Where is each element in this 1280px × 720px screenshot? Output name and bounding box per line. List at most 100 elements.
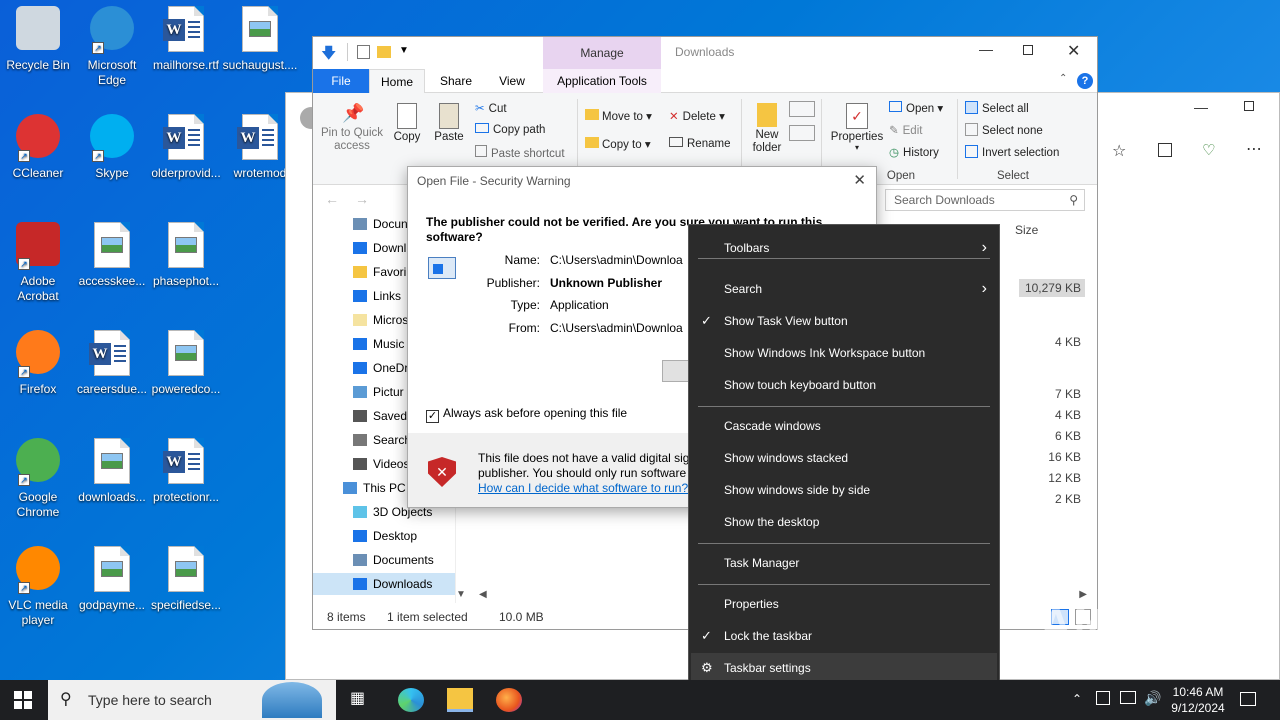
minimize-button[interactable]: —	[979, 41, 993, 57]
desktop-icon[interactable]: godpayme...	[74, 546, 150, 613]
properties-quick-icon[interactable]	[357, 45, 370, 59]
browser-essentials-icon[interactable]: ♡	[1202, 141, 1215, 159]
context-menu-item[interactable]: Show touch keyboard button	[691, 370, 997, 400]
desktop-icon[interactable]: phasephot...	[148, 222, 224, 289]
nav-item[interactable]: Music	[353, 333, 404, 355]
desktop-icon[interactable]: Recycle Bin	[0, 6, 76, 73]
maximize-button[interactable]	[1244, 101, 1254, 111]
desktop-icon[interactable]: ↗ Firefox	[0, 330, 76, 397]
pin-to-quick-access-button[interactable]: 📌 Pin to Quick access	[319, 103, 385, 153]
copy-button[interactable]: Copy	[391, 103, 423, 143]
nav-item[interactable]: Documents	[353, 549, 434, 571]
tab-view[interactable]: View	[487, 69, 537, 93]
start-button[interactable]	[14, 691, 32, 709]
select-none-button[interactable]: Select none	[965, 123, 1043, 137]
minimize-button[interactable]: —	[1194, 99, 1208, 115]
context-menu-item[interactable]: Show Windows Ink Workspace button	[691, 338, 997, 368]
nav-item[interactable]: Favori	[353, 261, 406, 283]
desktop-icon[interactable]: ↗ VLC media player	[0, 546, 76, 628]
desktop-icon[interactable]: specifiedse...	[148, 546, 224, 613]
context-menu-item[interactable]: Task Manager	[691, 548, 997, 578]
context-menu-item[interactable]: Properties	[691, 589, 997, 619]
nav-item[interactable]: Docun	[353, 213, 408, 235]
notifications-icon[interactable]	[1240, 692, 1256, 706]
context-menu-item[interactable]: Show windows side by side	[691, 475, 997, 505]
new-folder-quick-icon[interactable]	[377, 46, 391, 58]
context-menu-item[interactable]: Show windows stacked	[691, 443, 997, 473]
properties-button[interactable]: ✓ Properties ▾	[829, 103, 885, 152]
firefox-taskbar-icon[interactable]	[496, 688, 522, 712]
search-box[interactable]: Search Downloads ⚲	[885, 189, 1085, 211]
context-menu-item[interactable]: ⚙ Taskbar settings	[691, 653, 997, 683]
nav-item[interactable]: Videos	[353, 453, 409, 475]
delete-button[interactable]: ✕ Delete ▾	[669, 109, 725, 123]
desktop-icon[interactable]: ↗ Google Chrome	[0, 438, 76, 520]
new-item-icon[interactable]	[789, 101, 815, 117]
copy-path-button[interactable]: Copy path	[475, 123, 545, 136]
desktop-icon[interactable]: Wmailhorse.rtf	[148, 6, 224, 73]
desktop-icon[interactable]: Wolderprovid...	[148, 114, 224, 181]
paste-button[interactable]: Paste	[431, 103, 467, 143]
context-menu-item[interactable]: Search ›	[691, 274, 997, 304]
desktop-icon[interactable]: ↗ CCleaner	[0, 114, 76, 181]
tab-share[interactable]: Share	[431, 69, 481, 93]
collapse-ribbon-icon[interactable]: ⌃	[1059, 73, 1067, 84]
history-button[interactable]: ◷ History	[889, 145, 939, 159]
edge-taskbar-icon[interactable]	[398, 688, 424, 712]
context-menu-item[interactable]: Cascade windows	[691, 411, 997, 441]
more-options-icon[interactable]: ⋯	[1246, 139, 1263, 159]
desktop-icon[interactable]: ↗ Microsoft Edge	[74, 6, 150, 88]
desktop-icon[interactable]: downloads...	[74, 438, 150, 505]
forward-arrow-icon[interactable]: →	[355, 191, 369, 207]
always-ask-checkbox[interactable]: ✓ Always ask before opening this file	[426, 406, 627, 423]
paste-shortcut-button[interactable]: Paste shortcut	[475, 145, 565, 160]
nav-item[interactable]: Downloads	[313, 573, 455, 595]
file-explorer-taskbar-icon[interactable]	[447, 688, 473, 712]
copy-to-button[interactable]: Copy to ▾	[585, 137, 651, 151]
nav-item[interactable]: Saved	[353, 405, 407, 427]
nav-item[interactable]: OneDr	[353, 357, 408, 379]
nav-item[interactable]: Downl	[353, 237, 406, 259]
context-menu-item[interactable]: ✓ Show Task View button	[691, 306, 997, 336]
dialog-close-button[interactable]: ✕	[853, 171, 866, 189]
nav-item[interactable]: Search	[353, 429, 411, 451]
nav-scroll-down-icon[interactable]: ▼	[456, 589, 466, 600]
customize-toolbar-icon[interactable]: ▼	[399, 45, 409, 56]
context-menu-item[interactable]: ✓ Lock the taskbar	[691, 621, 997, 651]
desktop-icon[interactable]: ↗ Adobe Acrobat	[0, 222, 76, 304]
taskbar-search-box[interactable]: ⚲ Type here to search	[48, 680, 336, 720]
new-folder-button[interactable]: New folder	[749, 103, 785, 155]
favorites-icon[interactable]: ☆	[1112, 141, 1126, 161]
invert-selection-button[interactable]: Invert selection	[965, 145, 1059, 159]
tab-application-tools[interactable]: Application Tools	[543, 69, 661, 93]
task-view-icon[interactable]: ▦	[350, 688, 376, 712]
open-button[interactable]: Open ▾	[889, 101, 943, 115]
close-button[interactable]: ✕	[1067, 41, 1080, 61]
easy-access-icon[interactable]	[789, 125, 815, 141]
back-arrow-icon[interactable]: ←	[325, 191, 339, 207]
volume-icon[interactable]: 🔊	[1144, 690, 1161, 707]
cut-button[interactable]: ✂ Cut	[475, 101, 507, 115]
show-hidden-icons[interactable]: ⌃	[1072, 692, 1082, 706]
nav-item[interactable]: Desktop	[353, 525, 417, 547]
help-link[interactable]: How can I decide what software to run?	[478, 481, 688, 495]
edit-button[interactable]: ✎ Edit	[889, 123, 922, 137]
size-column-header[interactable]: Size	[1015, 223, 1038, 237]
tab-file[interactable]: File	[313, 69, 369, 93]
desktop-icon[interactable]: Wprotectionr...	[148, 438, 224, 505]
quick-access-down-icon[interactable]: 🡇	[321, 43, 336, 68]
rename-button[interactable]: Rename	[669, 137, 730, 150]
clock[interactable]: 10:46 AM 9/12/2024	[1166, 684, 1230, 716]
nav-item[interactable]: Links	[353, 285, 401, 307]
nav-item[interactable]: Pictur	[353, 381, 404, 403]
nav-item[interactable]: This PC	[343, 477, 406, 499]
desktop-icon[interactable]: Wcareersdue...	[74, 330, 150, 397]
device-icon[interactable]	[1096, 691, 1110, 705]
desktop-icon[interactable]: poweredco...	[148, 330, 224, 397]
context-menu-item[interactable]: Show the desktop	[691, 507, 997, 537]
desktop-icon[interactable]: ↗ Skype	[74, 114, 150, 181]
move-to-button[interactable]: Move to ▾	[585, 109, 652, 123]
desktop-icon[interactable]: suchaugust....	[222, 6, 298, 73]
maximize-button[interactable]	[1023, 45, 1033, 55]
select-all-button[interactable]: Select all	[965, 101, 1029, 115]
